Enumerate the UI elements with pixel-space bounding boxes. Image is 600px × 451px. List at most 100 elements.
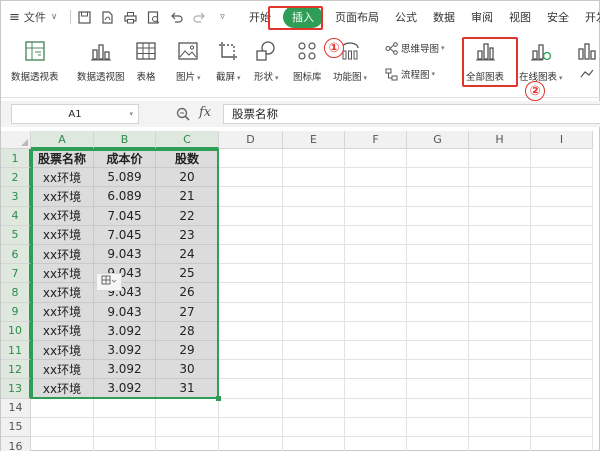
cell-f9[interactable] bbox=[345, 302, 407, 322]
cell-a16[interactable] bbox=[31, 437, 94, 451]
cell-f16[interactable] bbox=[345, 437, 407, 451]
cell-d1[interactable] bbox=[219, 149, 283, 169]
cell-g5[interactable] bbox=[407, 225, 469, 245]
cell-f5[interactable] bbox=[345, 225, 407, 245]
column-header-h[interactable]: H bbox=[469, 131, 531, 149]
row-header-7[interactable]: 7 bbox=[1, 264, 31, 284]
cell-h7[interactable] bbox=[469, 264, 531, 284]
cell-a1[interactable]: 股票名称 bbox=[31, 149, 94, 169]
row-header-12[interactable]: 12 bbox=[1, 360, 31, 380]
cell-h14[interactable] bbox=[469, 398, 531, 418]
cell-a4[interactable]: xx环境 bbox=[31, 206, 94, 226]
name-box[interactable]: A1 ▾ bbox=[11, 104, 139, 124]
row-header-15[interactable]: 15 bbox=[1, 417, 31, 437]
cell-i7[interactable] bbox=[531, 264, 593, 284]
cell-f6[interactable] bbox=[345, 245, 407, 265]
shapes-button[interactable]: 形状 ▾ bbox=[254, 39, 279, 83]
cell-a9[interactable]: xx环境 bbox=[31, 302, 94, 322]
cell-d5[interactable] bbox=[219, 225, 283, 245]
fx-icon[interactable]: fx bbox=[199, 105, 211, 120]
redo-icon[interactable] bbox=[192, 9, 208, 25]
cell-e16[interactable] bbox=[283, 437, 345, 451]
cell-f13[interactable] bbox=[345, 379, 407, 399]
cell-c2[interactable]: 20 bbox=[156, 168, 219, 188]
cell-d15[interactable] bbox=[219, 417, 283, 437]
cell-c16[interactable] bbox=[156, 437, 219, 451]
cell-e3[interactable] bbox=[283, 187, 345, 207]
cell-i3[interactable] bbox=[531, 187, 593, 207]
cell-h3[interactable] bbox=[469, 187, 531, 207]
cell-b15[interactable] bbox=[94, 417, 156, 437]
cell-a7[interactable]: xx环境 bbox=[31, 264, 94, 284]
cell-b10[interactable]: 3.092 bbox=[94, 321, 156, 341]
cell-c9[interactable]: 27 bbox=[156, 302, 219, 322]
cell-h6[interactable] bbox=[469, 245, 531, 265]
row-header-8[interactable]: 8 bbox=[1, 283, 31, 303]
row-header-13[interactable]: 13 bbox=[1, 379, 31, 399]
cell-b3[interactable]: 6.089 bbox=[94, 187, 156, 207]
cell-d9[interactable] bbox=[219, 302, 283, 322]
cell-h9[interactable] bbox=[469, 302, 531, 322]
cell-i15[interactable] bbox=[531, 417, 593, 437]
cell-d2[interactable] bbox=[219, 168, 283, 188]
cell-f15[interactable] bbox=[345, 417, 407, 437]
cell-i9[interactable] bbox=[531, 302, 593, 322]
more-charts-button[interactable] bbox=[575, 39, 599, 82]
cell-i13[interactable] bbox=[531, 379, 593, 399]
cell-a3[interactable]: xx环境 bbox=[31, 187, 94, 207]
cell-f4[interactable] bbox=[345, 206, 407, 226]
formula-input[interactable]: 股票名称 bbox=[223, 104, 600, 124]
cell-h12[interactable] bbox=[469, 360, 531, 380]
cell-a14[interactable] bbox=[31, 398, 94, 418]
column-header-c[interactable]: C bbox=[156, 131, 219, 149]
cell-b13[interactable]: 3.092 bbox=[94, 379, 156, 399]
column-header-f[interactable]: F bbox=[345, 131, 407, 149]
cell-d16[interactable] bbox=[219, 437, 283, 451]
cell-i5[interactable] bbox=[531, 225, 593, 245]
cell-b4[interactable]: 7.045 bbox=[94, 206, 156, 226]
cell-a12[interactable]: xx环境 bbox=[31, 360, 94, 380]
cell-d11[interactable] bbox=[219, 341, 283, 361]
cell-f10[interactable] bbox=[345, 321, 407, 341]
cell-e4[interactable] bbox=[283, 206, 345, 226]
cell-c3[interactable]: 21 bbox=[156, 187, 219, 207]
print-preview-icon[interactable] bbox=[146, 9, 162, 25]
fill-handle[interactable] bbox=[216, 395, 221, 401]
cell-h15[interactable] bbox=[469, 417, 531, 437]
cell-f7[interactable] bbox=[345, 264, 407, 284]
tab-view[interactable]: 视图 bbox=[501, 1, 539, 33]
tab-data[interactable]: 数据 bbox=[425, 1, 463, 33]
cell-g1[interactable] bbox=[407, 149, 469, 169]
cell-h11[interactable] bbox=[469, 341, 531, 361]
cell-h4[interactable] bbox=[469, 206, 531, 226]
export-pdf-icon[interactable] bbox=[100, 9, 116, 25]
column-header-d[interactable]: D bbox=[219, 131, 283, 149]
tab-page-layout[interactable]: 页面布局 bbox=[327, 1, 387, 33]
row-header-9[interactable]: 9 bbox=[1, 302, 31, 322]
row-header-10[interactable]: 10 bbox=[1, 321, 31, 341]
cell-c12[interactable]: 30 bbox=[156, 360, 219, 380]
all-charts-button[interactable]: 全部图表 bbox=[466, 39, 504, 83]
cell-a10[interactable]: xx环境 bbox=[31, 321, 94, 341]
cell-f14[interactable] bbox=[345, 398, 407, 418]
quick-analysis-button[interactable] bbox=[96, 273, 122, 291]
cell-d3[interactable] bbox=[219, 187, 283, 207]
tab-formulas[interactable]: 公式 bbox=[387, 1, 425, 33]
row-header-14[interactable]: 14 bbox=[1, 398, 31, 418]
cell-g4[interactable] bbox=[407, 206, 469, 226]
cell-i16[interactable] bbox=[531, 437, 593, 451]
cell-e8[interactable] bbox=[283, 283, 345, 303]
cell-a15[interactable] bbox=[31, 417, 94, 437]
cell-i2[interactable] bbox=[531, 168, 593, 188]
cell-a5[interactable]: xx环境 bbox=[31, 225, 94, 245]
row-header-3[interactable]: 3 bbox=[1, 187, 31, 207]
cell-a2[interactable]: xx环境 bbox=[31, 168, 94, 188]
cell-b16[interactable] bbox=[94, 437, 156, 451]
row-header-16[interactable]: 16 bbox=[1, 437, 31, 451]
cell-c14[interactable] bbox=[156, 398, 219, 418]
cell-e6[interactable] bbox=[283, 245, 345, 265]
cell-h8[interactable] bbox=[469, 283, 531, 303]
cell-c5[interactable]: 23 bbox=[156, 225, 219, 245]
cell-d14[interactable] bbox=[219, 398, 283, 418]
cell-g15[interactable] bbox=[407, 417, 469, 437]
